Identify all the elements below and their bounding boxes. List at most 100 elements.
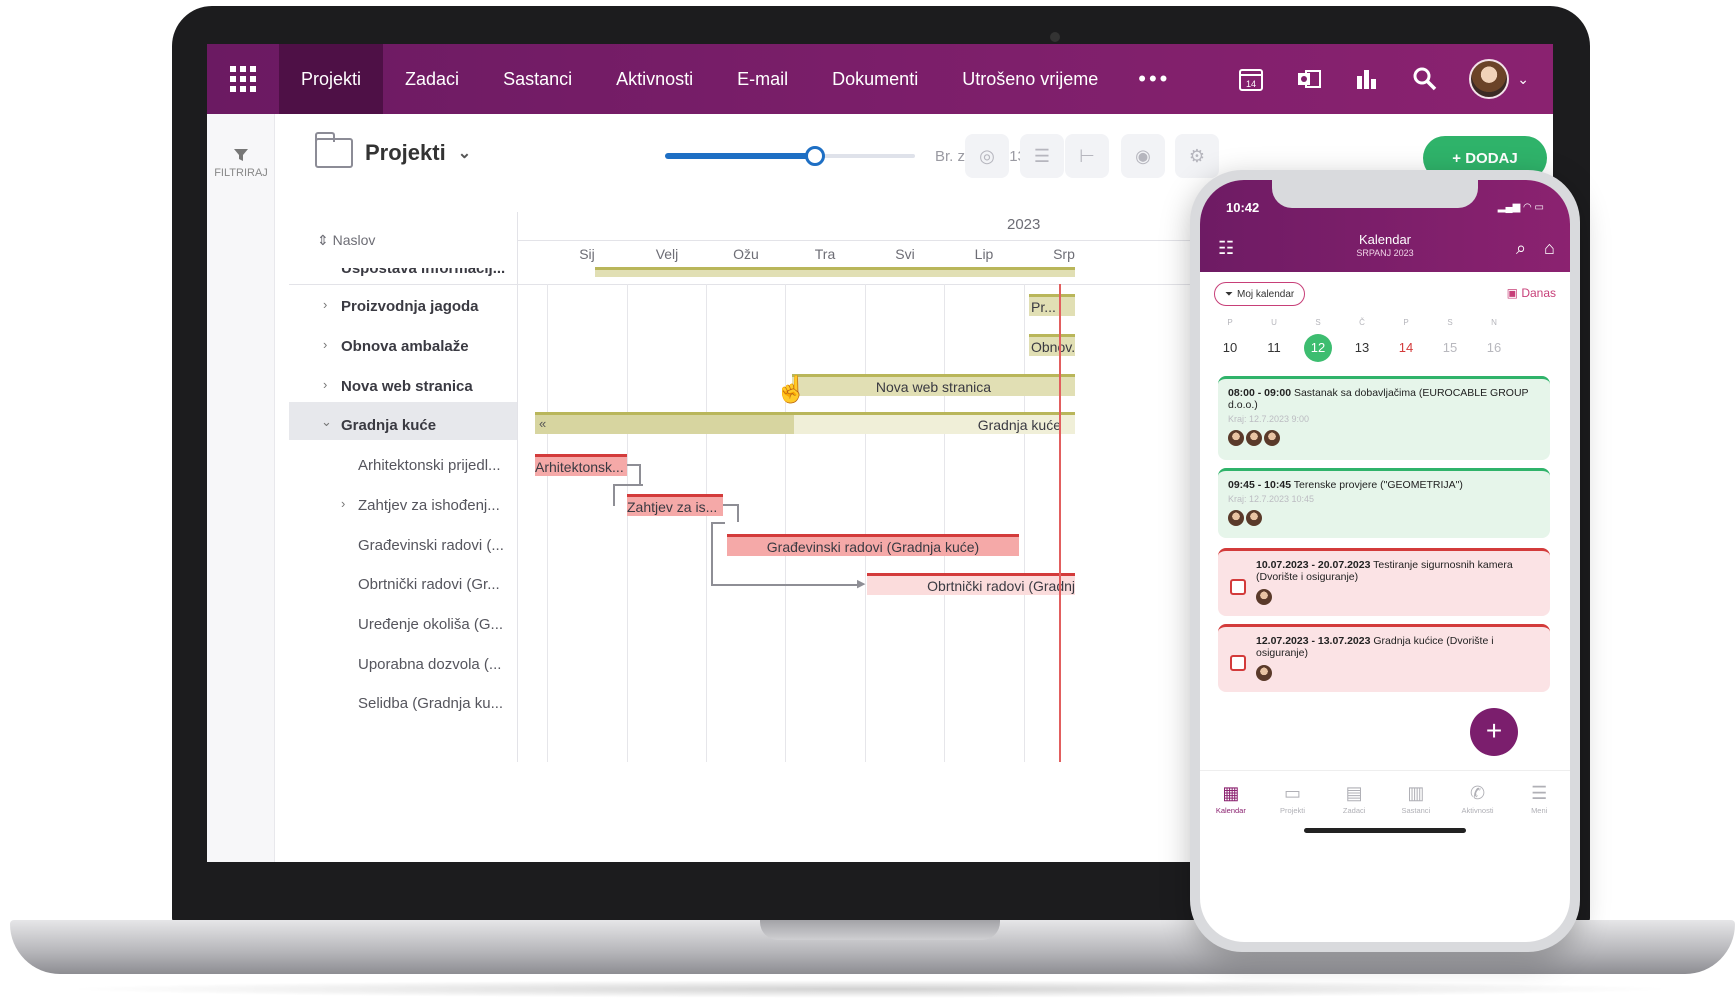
task-card[interactable]: 10.07.2023 - 20.07.2023 Testiranje sigur… <box>1218 548 1550 616</box>
day-10[interactable]: 10 <box>1210 334 1250 362</box>
event-end: Kraj: 12.7.2023 9:00 <box>1228 414 1310 424</box>
mobile-app: 10:42 ▂▄▆ ◠ ▭ ☷ Kalendar SRPANJ 2023 ⌕ ⌂… <box>1200 180 1570 942</box>
zoom-slider[interactable] <box>665 146 915 166</box>
chevron-right-icon[interactable]: › <box>323 337 327 352</box>
task-checkbox[interactable] <box>1230 655 1246 671</box>
calendar-filter-chip[interactable]: ⏷ Moj kalendar <box>1214 282 1306 306</box>
event-card[interactable]: 08:00 - 09:00 Sastanak sa dobavljačima (… <box>1218 376 1550 460</box>
column-divider[interactable] <box>517 212 518 762</box>
gantt-bar-proizvodnja[interactable]: Pr... <box>1029 294 1075 316</box>
month-velj: Velj <box>655 246 679 262</box>
row-uredenje-okolisa[interactable]: Uređenje okoliša (G... <box>358 616 503 633</box>
row-arhitektonski[interactable]: Arhitektonski prijedl... <box>358 457 501 474</box>
row-zahtjev[interactable]: Zahtjev za ishođenj... <box>358 497 500 514</box>
add-fab-button[interactable]: + <box>1470 708 1518 756</box>
project-selector[interactable]: Projekti ⌄ <box>315 132 471 168</box>
grid-line <box>785 284 786 762</box>
gantt-bar-obnova[interactable]: Obnov... <box>1029 334 1075 356</box>
nav-aktivnosti[interactable]: Aktivnosti <box>594 44 715 114</box>
row-obnova-ambalaze[interactable]: Obnova ambalaže <box>341 338 469 355</box>
nav-projekti[interactable]: Projekti <box>279 44 384 114</box>
gantt-bar-uspostava[interactable] <box>595 267 1075 277</box>
tab-meni[interactable]: ☰ Meni <box>1508 771 1570 830</box>
today-button[interactable]: ▣ Danas <box>1507 286 1556 300</box>
tab-kalendar[interactable]: ▦ Kalendar <box>1200 771 1262 830</box>
grid-line <box>706 284 707 762</box>
day-11[interactable]: 11 <box>1254 334 1294 362</box>
calendar-icon[interactable]: 14 <box>1237 65 1265 93</box>
gantt-bar-gradevinski[interactable]: Građevinski radovi (Gradnja kuće) <box>727 534 1019 556</box>
day-16[interactable]: 16 <box>1474 334 1514 362</box>
event-time: 08:00 - 09:00 <box>1228 387 1292 399</box>
chevron-down-icon[interactable]: ⌄ <box>321 414 332 430</box>
eye-icon[interactable]: ◉ <box>1121 134 1165 178</box>
weekday-label: N <box>1491 318 1497 327</box>
chevron-right-icon[interactable]: › <box>323 297 327 312</box>
gantt-bar-nova-web-stranica[interactable]: Nova web stranica <box>792 374 1075 396</box>
dependency-connector <box>711 522 725 586</box>
calendar-day-number: 14 <box>1246 79 1256 89</box>
apps-grid-icon[interactable] <box>207 44 279 114</box>
nav-zadaci[interactable]: Zadaci <box>383 44 481 114</box>
laptop-notch <box>760 920 1000 940</box>
row-proizvodnja-jagoda[interactable]: Proizvodnja jagoda <box>341 298 479 315</box>
row-selidba[interactable]: Selidba (Gradnja ku... <box>358 695 503 712</box>
tab-sastanci[interactable]: ▥ Sastanci <box>1385 771 1447 830</box>
menu-icon: ☰ <box>1531 783 1548 803</box>
row-gradnja-kuce[interactable]: Gradnja kuće <box>341 417 436 434</box>
day-13[interactable]: 13 <box>1342 334 1382 362</box>
day-12-selected[interactable]: 12 <box>1304 334 1332 362</box>
row-gradevinski[interactable]: Građevinski radovi (... <box>358 537 504 554</box>
user-avatar[interactable] <box>1469 59 1510 99</box>
list-view-icon[interactable]: ☰ <box>1020 134 1064 178</box>
settings-icon[interactable]: ⚙ <box>1175 134 1219 178</box>
task-card[interactable]: 12.07.2023 - 13.07.2023 Gradnja kućice (… <box>1218 624 1550 692</box>
home-indicator <box>1304 828 1466 833</box>
gantt-view-icon[interactable]: ⊢ <box>1065 134 1109 178</box>
hand-cursor-icon: ☝ <box>775 374 808 404</box>
day-15[interactable]: 15 <box>1430 334 1470 362</box>
home-icon[interactable]: ⌂ <box>1544 238 1555 259</box>
target-icon[interactable]: ◎ <box>965 134 1009 178</box>
page-title: Projekti <box>365 140 446 165</box>
nav-sastanci[interactable]: Sastanci <box>481 44 594 114</box>
event-time: 09:45 - 10:45 <box>1228 479 1292 491</box>
filter-button[interactable]: FILTRIRAJ <box>207 146 275 179</box>
chevron-right-icon[interactable]: › <box>341 496 345 511</box>
chevron-down-icon[interactable]: ⌄ <box>1517 71 1529 88</box>
folder-icon: ▭ <box>1284 783 1302 803</box>
weekday-label: S <box>1315 318 1321 327</box>
event-card[interactable]: 09:45 - 10:45 Terenske provjere ("GEOMET… <box>1218 468 1550 538</box>
event-end: Kraj: 12.7.2023 10:45 <box>1228 494 1315 504</box>
tab-aktivnosti[interactable]: ✆ Aktivnosti <box>1447 771 1509 830</box>
column-header-naslov[interactable]: ⇕ Naslov <box>317 232 375 249</box>
outlook-icon[interactable] <box>1295 65 1323 93</box>
dependency-connector <box>627 464 641 484</box>
nav-dokumenti[interactable]: Dokumenti <box>810 44 940 114</box>
row-uporabna-dozvola[interactable]: Uporabna dozvola (... <box>358 656 501 673</box>
webcam <box>1050 32 1060 42</box>
task-checkbox[interactable] <box>1230 579 1246 595</box>
tab-zadaci[interactable]: ▤ Zadaci <box>1323 771 1385 830</box>
arrow-right-icon: ▶ <box>857 578 866 590</box>
chart-icon[interactable] <box>1353 65 1381 93</box>
weekday-label: P <box>1227 318 1233 327</box>
gantt-bar-obrtnicki[interactable]: Obrtnički radovi (Gradnj <box>867 573 1075 595</box>
nav-more-button[interactable]: ••• <box>1120 66 1188 92</box>
search-icon[interactable] <box>1411 65 1439 93</box>
month-lip: Lip <box>974 246 994 262</box>
meeting-icon: ▥ <box>1407 783 1425 803</box>
row-nova-web-stranica[interactable]: Nova web stranica <box>341 378 473 395</box>
nav-email[interactable]: E-mail <box>715 44 810 114</box>
zoom-slider-knob[interactable] <box>805 146 825 166</box>
collapse-left-icon[interactable]: « <box>539 416 546 431</box>
search-icon[interactable]: ⌕ <box>1516 238 1526 259</box>
gantt-bar-gradnja-kuce[interactable]: Gradnja kuće <box>535 412 1075 434</box>
nav-utroseno-vrijeme[interactable]: Utrošeno vrijeme <box>940 44 1120 114</box>
day-14[interactable]: 14 <box>1386 334 1426 362</box>
chevron-right-icon[interactable]: › <box>323 377 327 392</box>
gantt-bar-arhitektonski[interactable]: Arhitektonsk... <box>535 454 627 476</box>
row-obrtnicki[interactable]: Obrtnički radovi (Gr... <box>358 576 500 593</box>
tab-projekti[interactable]: ▭ Projekti <box>1262 771 1324 830</box>
event-title: Terenske provjere ("GEOMETRIJA") <box>1293 479 1463 491</box>
